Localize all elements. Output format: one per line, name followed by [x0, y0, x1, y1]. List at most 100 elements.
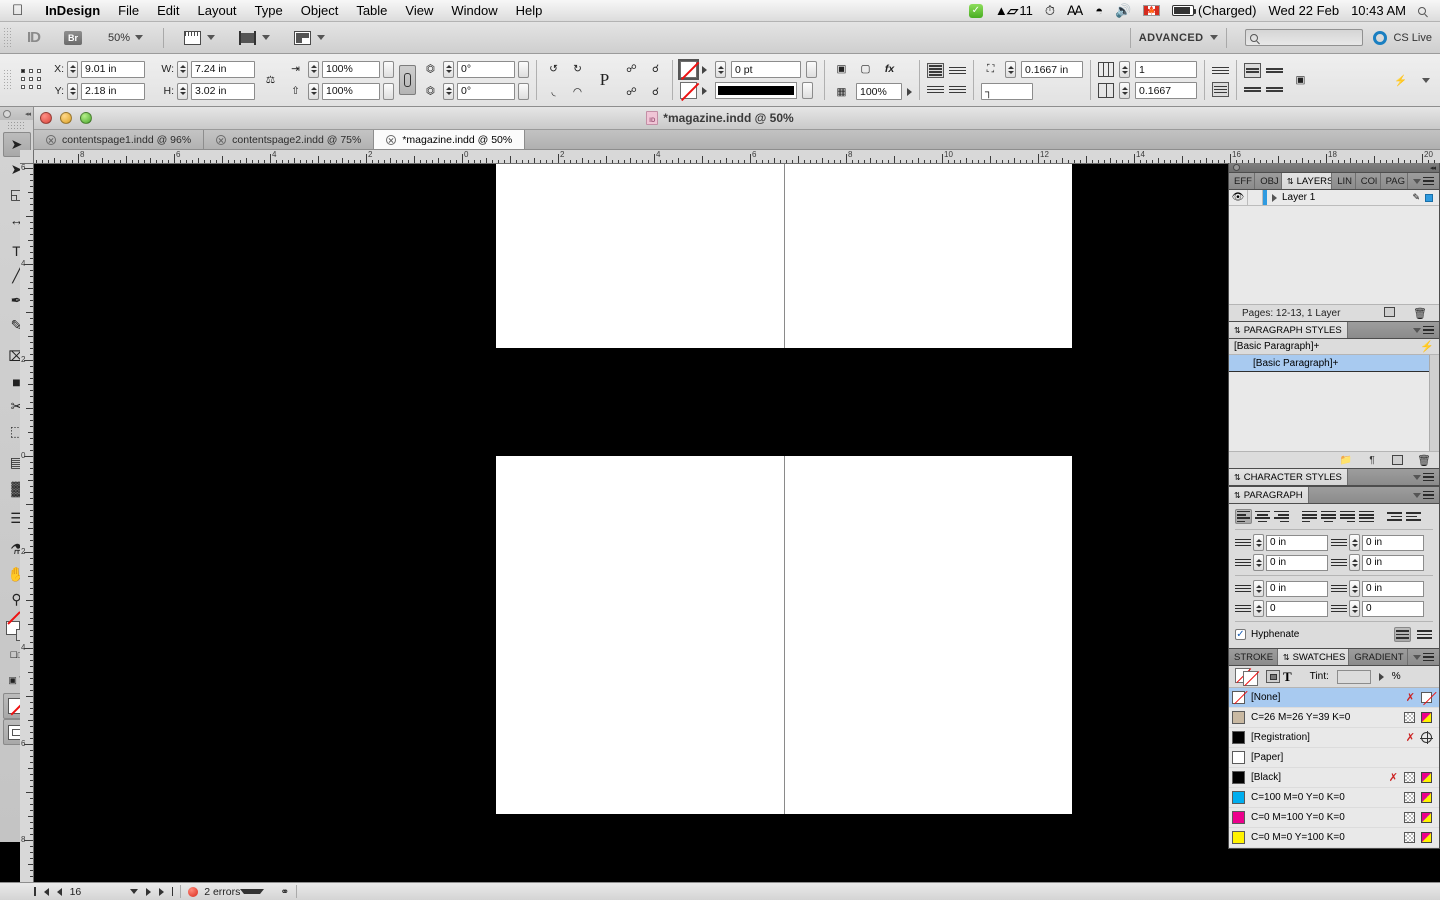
flip-horizontal-icon[interactable]: ◟	[544, 82, 563, 101]
spread-bottom-left[interactable]	[496, 456, 784, 814]
new-paragraph-style-icon[interactable]	[1392, 455, 1404, 465]
control-panel-menu-icon[interactable]	[1422, 77, 1430, 83]
constrain-scale-chain-button[interactable]	[399, 65, 416, 95]
fill-stroke-proxy[interactable]	[1235, 667, 1258, 686]
shear-input[interactable]: 0°	[457, 82, 515, 100]
x-stepper[interactable]	[67, 60, 78, 78]
columns-stepper[interactable]	[1119, 61, 1130, 78]
layers-panel-menu-button[interactable]	[1408, 173, 1439, 189]
stroke-dropdown-icon[interactable]	[702, 86, 707, 95]
inset-stepper[interactable]	[1005, 61, 1016, 78]
close-icon[interactable]	[216, 134, 227, 145]
last-page-bar[interactable]	[171, 887, 174, 896]
tools-panel-grip[interactable]	[7, 121, 26, 130]
stroke-style-updown[interactable]	[802, 82, 813, 99]
layer-lock-toggle[interactable]	[1247, 190, 1263, 205]
inset-input[interactable]: 0.1667 in	[1021, 61, 1083, 78]
tab-links[interactable]: LIN	[1332, 173, 1356, 189]
align-left-button[interactable]	[1235, 509, 1252, 524]
frame-fitting-icon[interactable]: ▣	[1291, 71, 1310, 90]
delete-layer-icon[interactable]: 🗑	[1413, 307, 1427, 320]
tab-pages[interactable]: PAG	[1381, 173, 1409, 189]
gutter-input[interactable]: 0.1667	[1135, 82, 1197, 99]
text-align-justify-icon[interactable]	[1212, 82, 1229, 97]
horizontal-ruler[interactable]: 8 6 4 2 0 2 4 6 8 10 12 14 16 18 20	[34, 150, 1440, 164]
object-effects-icon[interactable]: ▣	[832, 59, 851, 78]
stroke-color-swatch[interactable]	[680, 82, 697, 99]
drop-cap-chars-input[interactable]: 0	[1362, 600, 1424, 617]
right-indent-stepper[interactable]	[1349, 534, 1360, 551]
align-center-button[interactable]	[1254, 509, 1271, 524]
send-to-back-icon[interactable]: ☍	[622, 82, 641, 101]
spread-top-left[interactable]	[496, 164, 784, 348]
send-backward-icon[interactable]: ☌	[646, 82, 665, 101]
align-center-vertical-icon[interactable]	[927, 82, 944, 97]
tab-character-styles[interactable]: ⇅ CHARACTER STYLES	[1229, 469, 1348, 485]
fill-dropdown-icon[interactable]	[702, 65, 707, 74]
swatches-list[interactable]: [None] ✗ C=26 M=26 Y=39 K=0 [Registration] ✗…	[1229, 688, 1439, 848]
paragraph-panel-menu-button[interactable]	[1408, 487, 1439, 503]
previous-page-icon[interactable]	[56, 887, 62, 896]
rotation-updown[interactable]	[518, 60, 529, 78]
scale-x-stepper[interactable]	[308, 60, 319, 78]
menu-type[interactable]: Type	[246, 3, 292, 18]
menu-app-name[interactable]: InDesign	[36, 3, 109, 18]
opacity-dropdown-icon[interactable]	[907, 87, 912, 96]
hyphenate-checkbox[interactable]: ✓	[1235, 629, 1246, 640]
arrange-documents-dropdown[interactable]	[282, 30, 337, 45]
menu-window[interactable]: Window	[442, 3, 506, 18]
delete-style-icon[interactable]: 🗑	[1417, 454, 1431, 467]
right-indent-input[interactable]: 0 in	[1362, 534, 1424, 551]
tint-input[interactable]	[1336, 669, 1371, 684]
align-toward-spine-button[interactable]	[1386, 509, 1403, 524]
left-indent-input[interactable]: 0 in	[1266, 534, 1328, 551]
align-text-top-icon[interactable]	[927, 63, 944, 78]
stroke-weight-input[interactable]: 0 pt	[731, 61, 801, 78]
align-middle-grid-icon[interactable]	[1266, 63, 1283, 78]
shear-updown[interactable]	[518, 82, 529, 100]
fill-color-swatch[interactable]	[678, 59, 699, 80]
stroke-weight-updown[interactable]	[806, 61, 817, 78]
drop-shadow-icon[interactable]: ▢	[856, 59, 875, 78]
layer-visibility-icon[interactable]: 👁	[1229, 192, 1247, 203]
spread-bottom-right[interactable]	[784, 456, 1072, 814]
justify-left-button[interactable]	[1301, 509, 1318, 524]
tab-color[interactable]: COl	[1356, 173, 1381, 189]
spread-top-right[interactable]	[784, 164, 1072, 348]
drop-cap-lines-stepper[interactable]	[1253, 600, 1264, 617]
tab-effects[interactable]: EFF	[1229, 173, 1256, 189]
screen-mode-dropdown[interactable]	[227, 30, 282, 45]
last-line-indent-input[interactable]: 0 in	[1362, 554, 1424, 571]
stroke-weight-stepper[interactable]	[715, 61, 726, 78]
paragraph-style-row[interactable]: [Basic Paragraph]+	[1229, 355, 1439, 372]
layer-row[interactable]: 👁 Layer 1 ✎	[1229, 190, 1439, 206]
drop-cap-lines-input[interactable]: 0	[1266, 600, 1328, 617]
justify-right-button[interactable]	[1339, 509, 1356, 524]
document-tab-magazine[interactable]: *magazine.indd @ 50%	[374, 130, 526, 149]
gutter-stepper[interactable]	[1119, 82, 1130, 99]
control-panel-grip[interactable]	[3, 69, 13, 91]
align-bottom-grid-icon[interactable]	[1244, 82, 1261, 97]
align-away-spine-button[interactable]	[1405, 509, 1422, 524]
appbar-grip[interactable]	[3, 26, 13, 49]
space-after-input[interactable]: 0 in	[1362, 580, 1424, 597]
swatch-row[interactable]: [None] ✗	[1229, 688, 1439, 708]
h-input[interactable]: 3.02 in	[191, 82, 255, 100]
tab-gradient[interactable]: GRADIENT	[1349, 649, 1408, 665]
search-input[interactable]	[1245, 29, 1364, 46]
flip-vertical-icon[interactable]: ◠	[568, 82, 587, 101]
cs-live-button[interactable]: CS Live	[1373, 30, 1432, 45]
first-line-indent-stepper[interactable]	[1253, 554, 1264, 571]
ai-menu-item[interactable]: ▲▱ 11	[989, 3, 1039, 19]
stroke-style-dropdown[interactable]	[715, 82, 797, 99]
fit-frame-to-content-icon[interactable]	[949, 63, 966, 78]
scale-y-input[interactable]: 100%	[322, 82, 380, 100]
format-container-button[interactable]	[1266, 670, 1280, 683]
justify-center-button[interactable]	[1320, 509, 1337, 524]
x-input[interactable]: 9.01 in	[81, 60, 145, 78]
w-input[interactable]: 7.24 in	[191, 60, 255, 78]
rotation-stepper[interactable]	[443, 60, 454, 78]
paragraph-styles-scrollbar[interactable]	[1429, 355, 1439, 451]
align-top-grid-icon[interactable]	[1244, 63, 1261, 78]
shear-stepper[interactable]	[443, 82, 454, 100]
